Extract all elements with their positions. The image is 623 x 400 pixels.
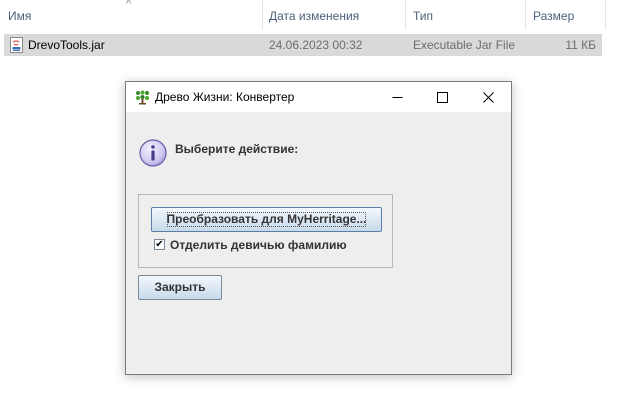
minimize-icon xyxy=(392,96,402,98)
close-icon xyxy=(482,91,494,103)
checkmark-icon: ✔ xyxy=(155,239,164,250)
close-window-button[interactable] xyxy=(465,82,511,112)
file-modified: 24.06.2023 00:32 xyxy=(269,38,363,52)
maiden-name-checkbox[interactable]: ✔ xyxy=(154,239,165,250)
prompt-label: Выберите действие: xyxy=(175,142,299,156)
convert-myheritage-button[interactable]: Преобразовать для MyHerritage... xyxy=(151,207,382,232)
jar-file-icon xyxy=(10,37,23,53)
column-header-type-label: Тип xyxy=(413,9,434,23)
maximize-icon xyxy=(436,91,448,103)
file-size: 11 КБ xyxy=(565,38,596,52)
info-icon xyxy=(139,139,167,167)
column-header-size[interactable]: Размер xyxy=(533,0,574,32)
close-button-label: Закрыть xyxy=(154,280,206,294)
file-type: Executable Jar File xyxy=(413,38,516,52)
dialog-titlebar[interactable]: Древо Жизни: Конвертер xyxy=(126,82,511,112)
converter-dialog: Древо Жизни: Конвертер Выберите действие… xyxy=(125,81,512,375)
close-button[interactable]: Закрыть xyxy=(138,275,222,300)
file-row-drevotools[interactable]: DrevoTools.jar 24.06.2023 00:32 Executab… xyxy=(4,34,602,56)
maiden-name-checkbox-label[interactable]: Отделить девичью фамилию xyxy=(170,238,347,252)
column-header-modified-label: Дата изменения xyxy=(269,9,360,23)
tree-app-icon xyxy=(135,90,150,105)
column-header-type[interactable]: Тип xyxy=(413,0,433,32)
column-header-name-label: Имя xyxy=(8,9,32,23)
dialog-title: Древо Жизни: Конвертер xyxy=(155,90,295,104)
sort-ascending-icon: ^ xyxy=(126,0,132,10)
column-divider[interactable] xyxy=(405,0,406,30)
minimize-button[interactable] xyxy=(374,82,420,112)
column-divider[interactable] xyxy=(525,0,526,30)
column-header-modified[interactable]: Дата изменения xyxy=(269,0,359,32)
column-divider[interactable] xyxy=(605,0,606,30)
actions-panel: Преобразовать для MyHerritage... ✔ Отдел… xyxy=(138,194,393,268)
column-divider[interactable] xyxy=(262,0,263,30)
column-header-name[interactable]: Имя xyxy=(8,0,31,32)
column-header-size-label: Размер xyxy=(533,9,575,23)
maximize-button[interactable] xyxy=(419,82,465,112)
file-name: DrevoTools.jar xyxy=(28,38,105,52)
convert-button-label: Преобразовать для MyHerritage... xyxy=(166,212,367,226)
